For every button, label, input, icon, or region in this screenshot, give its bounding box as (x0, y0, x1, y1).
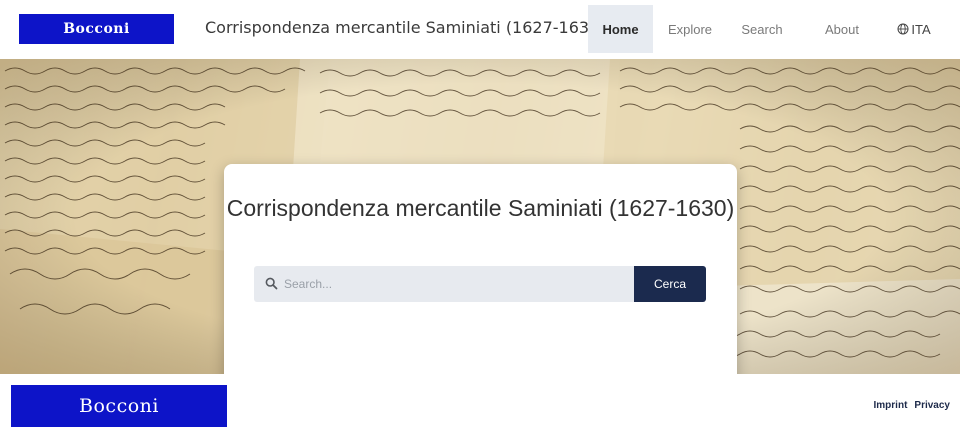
hero-banner: Corrispondenza mercantile Saminiati (162… (0, 59, 960, 374)
nav-search[interactable]: Search (732, 5, 792, 53)
nav-home[interactable]: Home (588, 5, 653, 53)
nav-explore[interactable]: Explore (660, 5, 720, 53)
hero-title: Corrispondenza mercantile Saminiati (162… (226, 195, 735, 221)
privacy-link[interactable]: Privacy (914, 400, 950, 411)
site-header: Bocconi Corrispondenza mercantile Samini… (0, 0, 960, 59)
search-field[interactable] (254, 266, 634, 302)
bocconi-logo[interactable]: Bocconi (19, 14, 174, 44)
nav-about[interactable]: About (812, 5, 872, 53)
imprint-link[interactable]: Imprint (874, 400, 908, 411)
footer-links: Imprint Privacy (874, 400, 950, 411)
footer-bocconi-logo[interactable]: Bocconi (11, 385, 227, 427)
language-switcher[interactable]: ITA (890, 5, 938, 53)
language-label: ITA (911, 21, 931, 37)
search-icon (265, 277, 278, 290)
site-title[interactable]: Corrispondenza mercantile Saminiati (162… (205, 18, 606, 37)
search-card: Corrispondenza mercantile Saminiati (162… (224, 164, 737, 374)
site-footer: Bocconi Imprint Privacy (0, 374, 960, 434)
logo-text: Bocconi (63, 21, 130, 37)
footer-logo-text: Bocconi (79, 395, 159, 417)
search-submit-button[interactable]: Cerca (634, 266, 706, 302)
search-input[interactable] (284, 266, 629, 302)
globe-icon (897, 23, 909, 35)
